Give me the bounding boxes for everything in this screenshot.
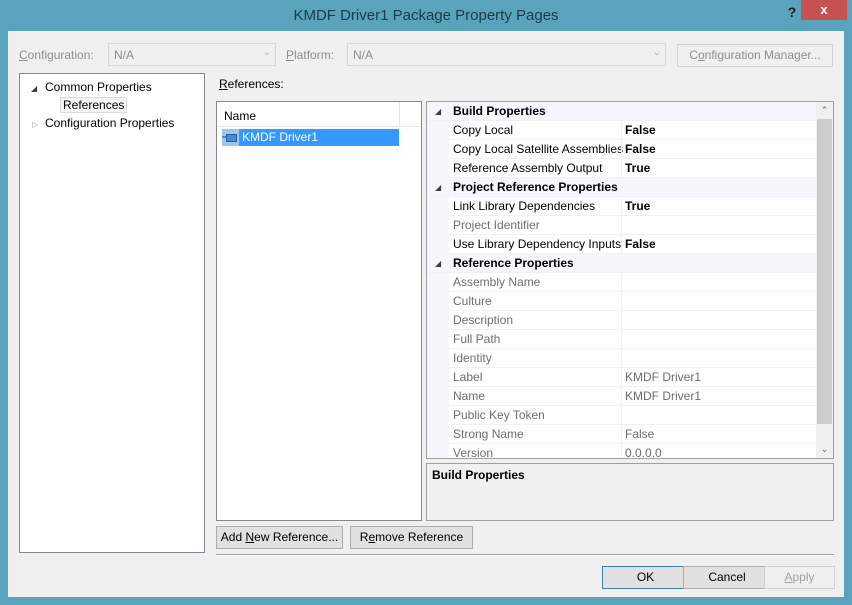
platform-label: Platform:	[286, 48, 335, 62]
property-row[interactable]: Copy Local False	[427, 121, 816, 140]
list-header: Name	[217, 102, 421, 127]
remove-reference-button[interactable]: Remove Reference	[350, 526, 473, 549]
property-row[interactable]: Strong Name False	[427, 425, 816, 444]
category-build-properties[interactable]: ◢ Build Properties	[427, 102, 816, 121]
property-row[interactable]: Description	[427, 311, 816, 330]
vertical-scrollbar[interactable]: ⌃ ⌄	[816, 102, 833, 458]
property-row[interactable]: Use Library Dependency Inputs False	[427, 235, 816, 254]
configuration-manager-button[interactable]: Configuration Manager...	[677, 44, 833, 67]
property-row[interactable]: Identity	[427, 349, 816, 368]
close-button[interactable]: x	[801, 0, 847, 20]
property-row[interactable]: Assembly Name	[427, 273, 816, 292]
project-reference-icon	[222, 129, 239, 146]
property-row[interactable]: Full Path	[427, 330, 816, 349]
property-row[interactable]: Version 0.0.0.0	[427, 444, 816, 458]
collapsed-arrow-icon[interactable]: ▷	[32, 120, 38, 129]
configuration-label: Configuration:	[19, 48, 94, 62]
configuration-dropdown[interactable]: N/A ⌄	[108, 43, 276, 66]
property-grid[interactable]: ◢ Build Properties Copy Local False Copy …	[426, 101, 834, 459]
column-header-name[interactable]: Name	[224, 109, 256, 123]
property-row[interactable]: Reference Assembly Output True	[427, 159, 816, 178]
property-row[interactable]: Label KMDF Driver1	[427, 368, 816, 387]
scroll-down-icon[interactable]: ⌄	[816, 441, 833, 458]
property-row[interactable]: Copy Local Satellite Assemblies False	[427, 140, 816, 159]
column-separator[interactable]	[399, 102, 400, 127]
divider-highlight	[216, 555, 834, 556]
property-row[interactable]: Project Identifier	[427, 216, 816, 235]
platform-value: N/A	[353, 48, 374, 62]
chevron-down-icon: ⌄	[652, 47, 661, 58]
scroll-thumb[interactable]	[817, 119, 832, 424]
help-button[interactable]: ?	[784, 2, 800, 22]
category-reference-properties[interactable]: ◢ Reference Properties	[427, 254, 816, 273]
platform-dropdown[interactable]: N/A ⌄	[347, 43, 666, 66]
scroll-up-icon[interactable]: ⌃	[816, 102, 833, 119]
tree-item-references[interactable]: References	[60, 97, 128, 113]
apply-button[interactable]: Apply	[764, 566, 835, 589]
tree-item-common-properties[interactable]: Common Properties	[45, 80, 152, 94]
list-item[interactable]: KMDF Driver1	[222, 129, 399, 146]
property-row[interactable]: Name KMDF Driver1	[427, 387, 816, 406]
references-label: References:	[219, 77, 284, 91]
close-icon: x	[820, 2, 828, 17]
description-title: Build Properties	[432, 468, 525, 482]
property-row[interactable]: Public Key Token	[427, 406, 816, 425]
add-new-reference-button[interactable]: Add New Reference...	[216, 526, 343, 549]
category-project-reference-properties[interactable]: ◢ Project Reference Properties	[427, 178, 816, 197]
references-list[interactable]: Name KMDF Driver1	[216, 101, 422, 521]
reference-label: KMDF Driver1	[239, 129, 399, 146]
expanded-arrow-icon[interactable]: ◢	[435, 107, 441, 116]
dialog-client-area: Configuration: N/A ⌄ Platform: N/A ⌄ Con…	[8, 31, 844, 597]
property-row[interactable]: Culture	[427, 292, 816, 311]
property-row[interactable]: Link Library Dependencies True	[427, 197, 816, 216]
configuration-value: N/A	[114, 48, 135, 62]
title-bar: KMDF Driver1 Package Property Pages ? x	[0, 0, 852, 31]
expanded-arrow-icon[interactable]: ◢	[435, 183, 441, 192]
expanded-arrow-icon[interactable]: ◢	[31, 84, 37, 93]
ok-button[interactable]: OK	[602, 566, 689, 589]
description-pane: Build Properties	[426, 463, 834, 521]
chevron-down-icon: ⌄	[262, 47, 271, 58]
tree-item-configuration-properties[interactable]: Configuration Properties	[45, 116, 174, 130]
category-tree[interactable]: ◢ Common Properties References ▷ Configu…	[19, 73, 205, 553]
window-title: KMDF Driver1 Package Property Pages	[293, 7, 559, 24]
expanded-arrow-icon[interactable]: ◢	[435, 259, 441, 268]
cancel-button[interactable]: Cancel	[683, 566, 771, 589]
